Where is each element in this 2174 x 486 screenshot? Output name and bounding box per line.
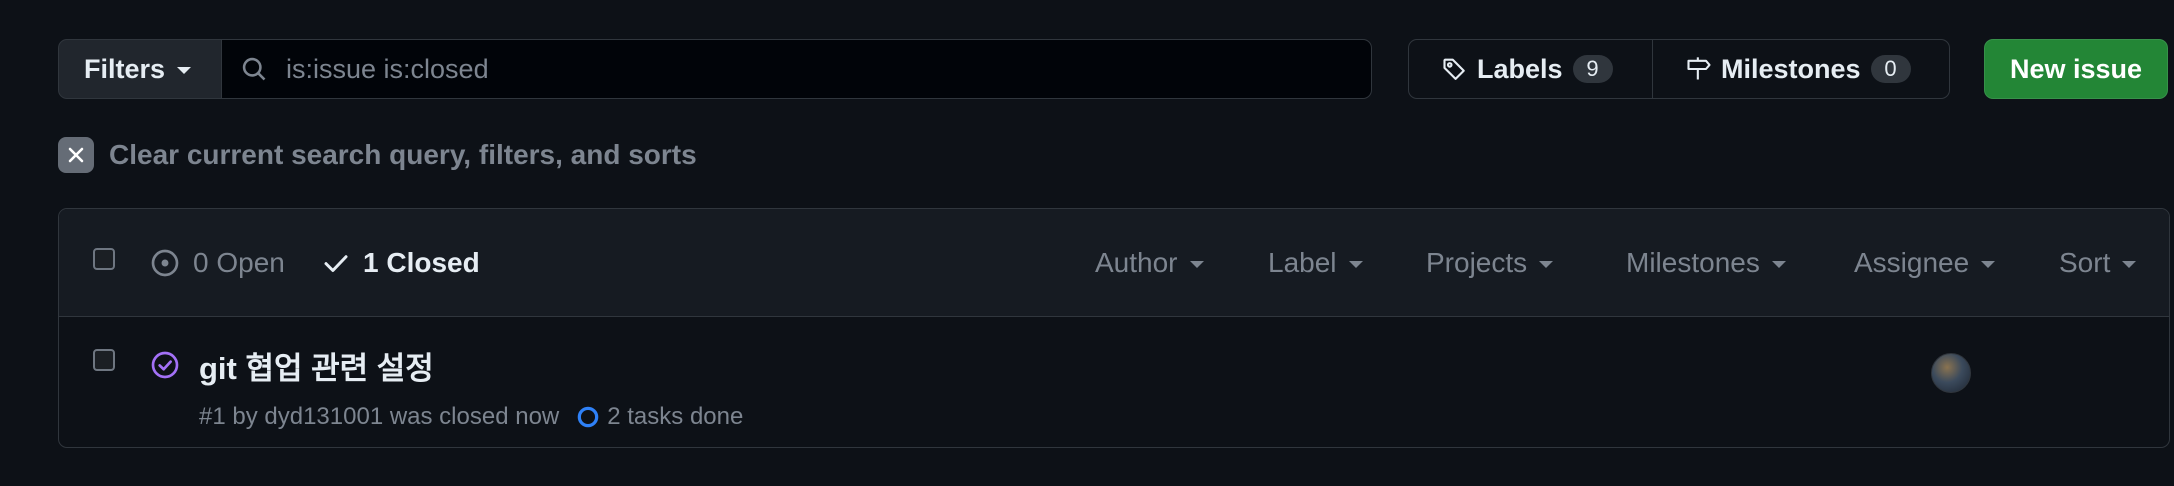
author-filter-label: Author [1095, 247, 1178, 278]
tasks-progress-icon [577, 406, 599, 428]
new-issue-button[interactable]: New issue [1984, 39, 2168, 99]
label-filter-label: Label [1268, 247, 1337, 278]
tasks-progress-label: 2 tasks done [607, 403, 744, 430]
caret-down-icon [2122, 261, 2137, 268]
issue-title-link[interactable]: git 협업 관련 설정 [199, 343, 434, 388]
issue-closed-icon [151, 351, 179, 379]
assignee-avatar[interactable] [1931, 353, 1971, 393]
search-icon [242, 57, 266, 81]
milestones-filter[interactable]: Milestones [1626, 243, 1786, 283]
projects-filter-label: Projects [1426, 247, 1528, 278]
issue-search-box[interactable] [222, 39, 1372, 99]
clear-filters-label: Clear current search query, filters, and… [109, 139, 697, 170]
issue-meta: #1 by dyd131001 was closed now 2 tasks d… [199, 403, 743, 431]
milestones-count-badge: 0 [1870, 55, 1911, 83]
label-filter[interactable]: Label [1268, 243, 1363, 283]
open-count-label: 0 Open [193, 247, 285, 278]
check-icon [324, 255, 348, 272]
milestones-label: Milestones [1721, 53, 1861, 84]
projects-filter[interactable]: Projects [1426, 243, 1554, 283]
caret-down-icon [1189, 261, 1204, 268]
search-input[interactable] [284, 52, 1288, 86]
sort-filter[interactable]: Sort [2059, 243, 2137, 283]
close-icon[interactable] [58, 137, 94, 173]
issues-list: 0 Open 1 Closed Author Label Projects Mi… [58, 208, 2170, 448]
select-all-checkbox[interactable] [93, 248, 115, 270]
milestone-icon [1687, 57, 1711, 80]
issues-list-header: 0 Open 1 Closed Author Label Projects Mi… [59, 209, 2169, 317]
labels-count-badge: 9 [1572, 55, 1613, 83]
issue-meta-text: #1 by dyd131001 was closed now [199, 403, 560, 430]
issue-checkbox[interactable] [93, 349, 115, 371]
issue-open-icon [151, 249, 179, 277]
tasks-progress: 2 tasks done [575, 403, 743, 431]
filters-label: Filters [84, 53, 166, 84]
closed-issues-tab[interactable]: 1 Closed [321, 243, 480, 283]
tag-icon [1443, 58, 1465, 80]
labels-label: Labels [1477, 53, 1563, 84]
sort-filter-label: Sort [2059, 247, 2111, 278]
labels-milestones-group: Labels 9 Milestones 0 [1408, 39, 1950, 99]
caret-down-icon [1348, 261, 1363, 268]
closed-count-label: 1 Closed [363, 247, 480, 278]
assignee-filter[interactable]: Assignee [1854, 243, 1996, 283]
caret-down-icon [1771, 261, 1786, 268]
author-filter[interactable]: Author [1095, 243, 1204, 283]
issue-row[interactable]: git 협업 관련 설정 #1 by dyd131001 was closed … [59, 317, 2169, 447]
open-issues-tab[interactable]: 0 Open [149, 243, 285, 283]
caret-down-icon [177, 67, 192, 74]
caret-down-icon [1981, 261, 1996, 268]
labels-button[interactable]: Labels 9 [1409, 40, 1653, 98]
filters-dropdown-button[interactable]: Filters [58, 39, 222, 99]
milestones-button[interactable]: Milestones 0 [1653, 40, 1949, 98]
milestones-filter-label: Milestones [1626, 247, 1760, 278]
caret-down-icon [1539, 261, 1554, 268]
issues-toolbar: Filters Labels 9 Milestones 0 New issue [58, 39, 2168, 101]
clear-filters-link[interactable]: Clear current search query, filters, and… [58, 137, 697, 173]
assignee-filter-label: Assignee [1854, 247, 1970, 278]
